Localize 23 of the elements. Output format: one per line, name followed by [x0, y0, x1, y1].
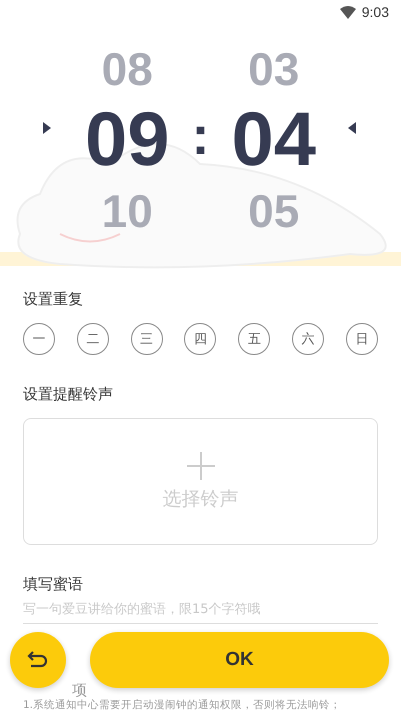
weekday-toggle[interactable]: 日: [346, 323, 378, 355]
selected-time-value[interactable]: 04: [231, 98, 316, 182]
selected-time-value[interactable]: 09: [84, 98, 170, 182]
undo-icon: [27, 650, 49, 670]
note-text: 1.系统通知中心需要开启动漫闹钟的通知权限，否则将无法响铃；: [23, 699, 342, 710]
section-title: 填写蜜语: [23, 575, 84, 594]
weekday-toggle[interactable]: 六: [292, 323, 324, 355]
notes-title: 项: [71, 682, 88, 699]
section-title: 设置重复: [23, 290, 84, 309]
status-time: 9:03: [362, 4, 389, 20]
weekday-toggle[interactable]: 三: [130, 323, 163, 355]
weekday-toggle[interactable]: 二: [76, 323, 109, 355]
weekday-toggle[interactable]: 一: [23, 323, 55, 355]
ok-button[interactable]: OK: [90, 632, 389, 688]
weekday-toggle[interactable]: 五: [238, 323, 270, 355]
wifi-icon: [340, 6, 356, 18]
left-pointer-icon: [43, 122, 51, 134]
back-button[interactable]: [10, 632, 66, 688]
plus-icon: [186, 452, 214, 480]
time-separator: :: [192, 105, 210, 167]
section-title: 设置提醒铃声: [23, 385, 114, 404]
weekday-toggle[interactable]: 四: [184, 323, 216, 355]
right-pointer-icon: [348, 122, 356, 134]
